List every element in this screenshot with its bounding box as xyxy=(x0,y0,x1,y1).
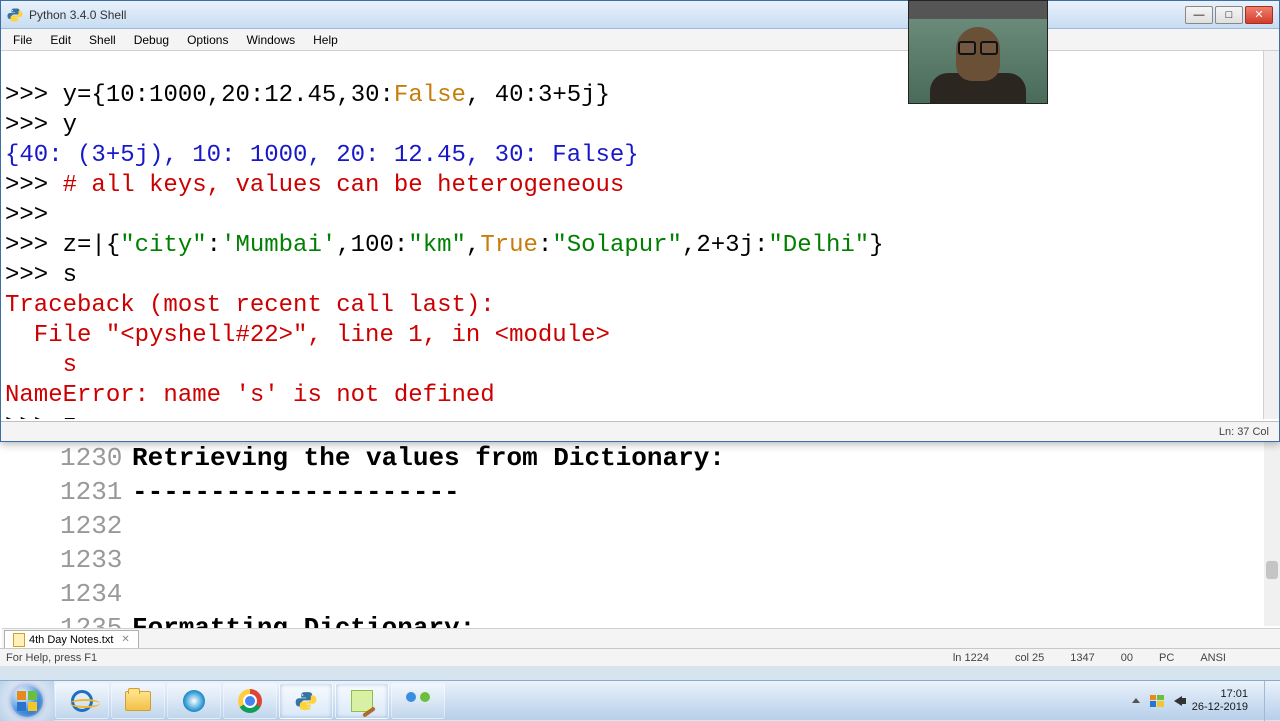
minimize-button[interactable]: — xyxy=(1185,6,1213,24)
menu-file[interactable]: File xyxy=(5,31,40,49)
start-button[interactable] xyxy=(0,681,54,721)
menu-windows[interactable]: Windows xyxy=(238,31,303,49)
notepad-statusbar: For Help, press F1 ln 1224 col 25 1347 0… xyxy=(0,648,1280,666)
line-number: 1231 xyxy=(60,475,132,509)
menu-debug[interactable]: Debug xyxy=(126,31,177,49)
folder-icon xyxy=(125,691,151,711)
shell-statusbar: Ln: 37 Col xyxy=(1,421,1279,441)
webcam-overlay xyxy=(908,0,1048,104)
action-center-icon[interactable] xyxy=(1150,695,1164,707)
system-tray: 17:01 26-12-2019 xyxy=(1132,681,1280,721)
status-help: For Help, press F1 xyxy=(0,652,97,664)
taskbar-chrome[interactable] xyxy=(223,683,277,719)
shell-text-area[interactable]: >>> y={10:1000,20:12.45,30:False, 40:3+5… xyxy=(5,51,1263,419)
python-icon xyxy=(295,690,317,712)
menu-options[interactable]: Options xyxy=(179,31,236,49)
titlebar[interactable]: Python 3.4.0 Shell — □ ✕ xyxy=(1,1,1279,29)
status-sel: 1347 xyxy=(1070,652,1094,664)
notepad-text-area[interactable]: 1230Retrieving the values from Dictionar… xyxy=(60,441,1264,626)
line-number: 1234 xyxy=(60,577,132,611)
line-text: --------------------- xyxy=(132,475,460,509)
window-title: Python 3.4.0 Shell xyxy=(29,8,126,22)
windows-logo-icon xyxy=(11,685,43,717)
menu-edit[interactable]: Edit xyxy=(42,31,79,49)
taskbar-notepadpp[interactable] xyxy=(335,683,389,719)
taskbar-python[interactable] xyxy=(279,683,333,719)
notepad-window: 1230Retrieving the values from Dictionar… xyxy=(0,440,1280,666)
status-enc: ANSI xyxy=(1200,652,1226,664)
notepad-tabbar: 4th Day Notes.txt ✕ xyxy=(2,628,1280,648)
maximize-button[interactable]: □ xyxy=(1215,6,1243,24)
line-number: 1230 xyxy=(60,441,132,475)
people-icon xyxy=(406,692,430,710)
tray-expand-icon[interactable] xyxy=(1132,698,1140,703)
notepad-scrollbar[interactable] xyxy=(1264,441,1280,626)
status-os: PC xyxy=(1159,652,1174,664)
clock[interactable]: 17:01 26-12-2019 xyxy=(1192,688,1248,714)
status-00: 00 xyxy=(1121,652,1133,664)
close-icon[interactable]: ✕ xyxy=(121,634,129,645)
menu-help[interactable]: Help xyxy=(305,31,346,49)
close-button[interactable]: ✕ xyxy=(1245,6,1273,24)
taskbar-wmp[interactable] xyxy=(167,683,221,719)
line-text: Retrieving the values from Dictionary: xyxy=(132,441,725,475)
taskbar-people[interactable] xyxy=(391,683,445,719)
tab-label: 4th Day Notes.txt xyxy=(29,634,113,646)
show-desktop-button[interactable] xyxy=(1264,681,1274,721)
clock-date: 26-12-2019 xyxy=(1192,701,1248,714)
menubar: File Edit Shell Debug Options Windows He… xyxy=(1,29,1279,51)
line-number: 1233 xyxy=(60,543,132,577)
shell-scrollbar[interactable] xyxy=(1263,51,1279,419)
notepadpp-icon xyxy=(351,690,373,712)
textfile-icon xyxy=(13,633,25,647)
status-ln: ln 1224 xyxy=(953,652,989,664)
python-shell-window: Python 3.4.0 Shell — □ ✕ File Edit Shell… xyxy=(0,0,1280,442)
speaker-icon[interactable] xyxy=(1174,696,1182,706)
status-col: col 25 xyxy=(1015,652,1044,664)
python-icon xyxy=(7,7,23,23)
taskbar: 17:01 26-12-2019 xyxy=(0,680,1280,720)
taskbar-ie[interactable] xyxy=(55,683,109,719)
line-number: 1232 xyxy=(60,509,132,543)
chrome-icon xyxy=(238,689,262,713)
notepad-tab[interactable]: 4th Day Notes.txt ✕ xyxy=(4,630,139,648)
menu-shell[interactable]: Shell xyxy=(81,31,124,49)
ie-icon xyxy=(71,690,93,712)
taskbar-explorer[interactable] xyxy=(111,683,165,719)
media-player-icon xyxy=(183,690,205,712)
clock-time: 17:01 xyxy=(1192,688,1248,701)
shell-status-text: Ln: 37 Col xyxy=(1219,426,1269,438)
